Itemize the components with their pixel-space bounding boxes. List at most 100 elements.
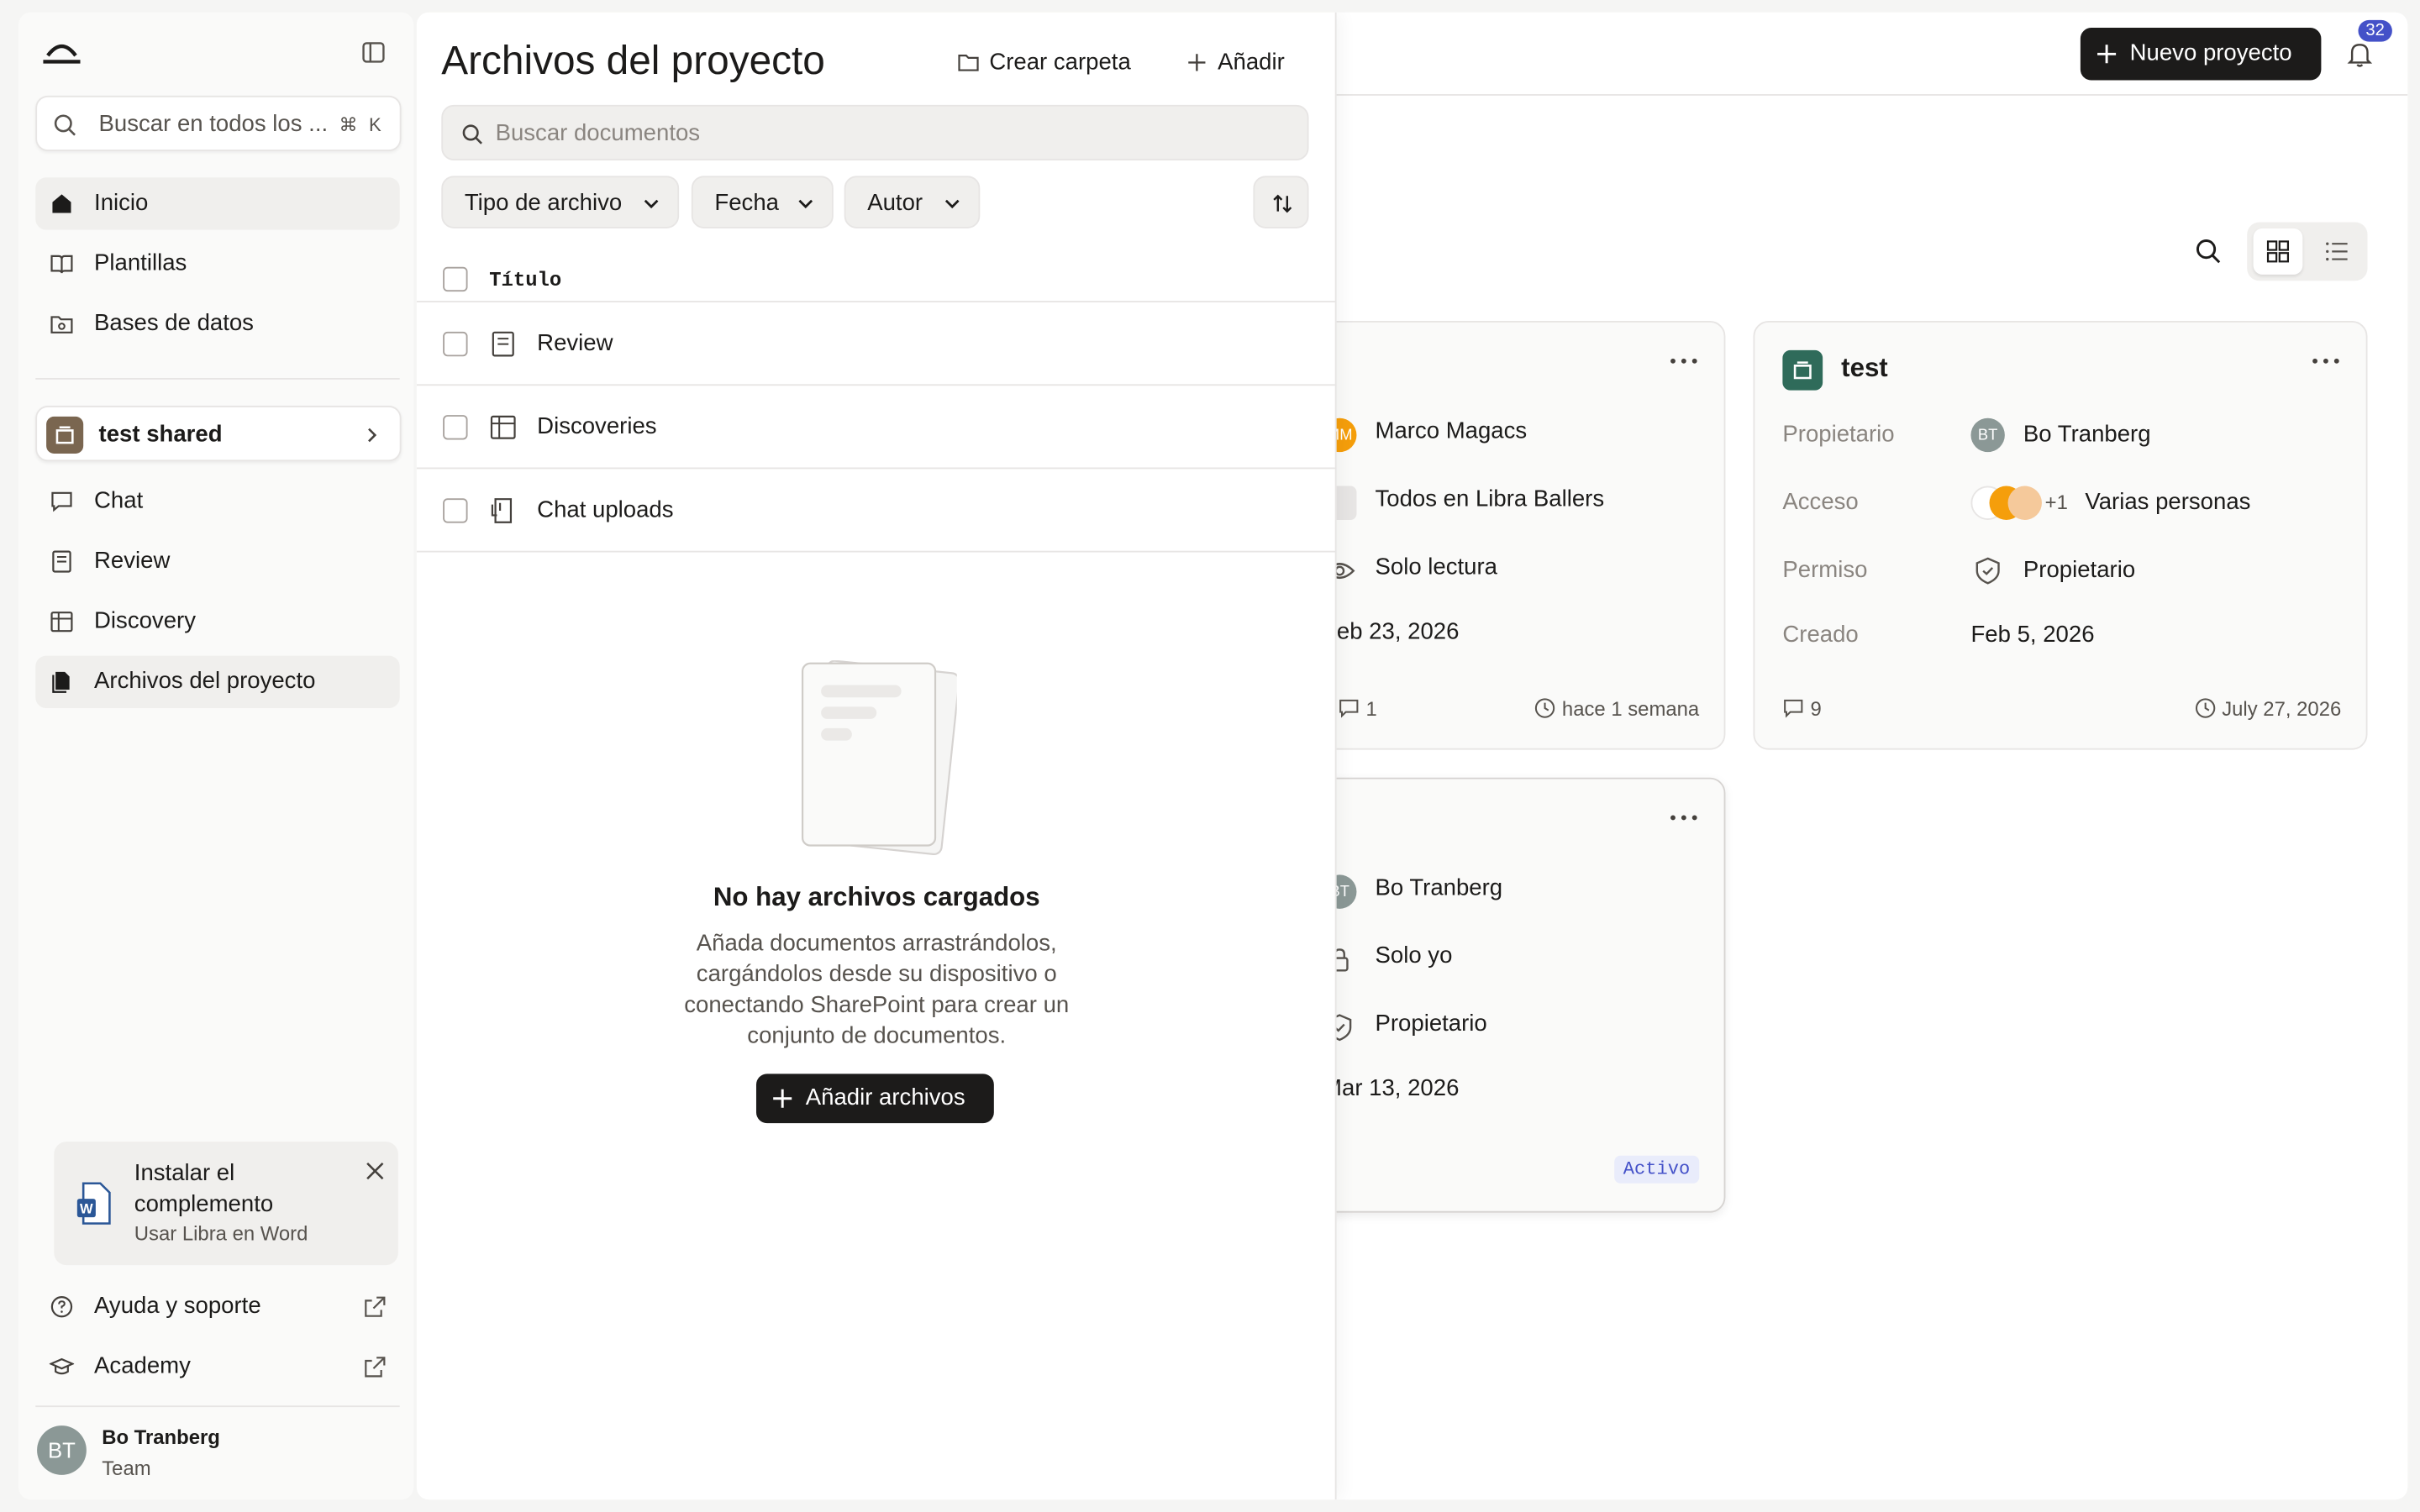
filter-label: Tipo de archivo [464, 189, 623, 217]
access-value: Solo yo [1375, 942, 1453, 969]
search-icon [462, 124, 482, 144]
select-all-checkbox[interactable] [443, 266, 468, 292]
table-header: Título [416, 256, 1337, 302]
comments-value: 1 [1365, 697, 1377, 721]
sidebar-divider [35, 1405, 400, 1408]
more-options-icon[interactable] [1668, 356, 1699, 365]
project-card-test[interactable]: test Propietario BT Bo Tranberg Acceso +… [1753, 321, 2368, 750]
updated-value: July 27, 2026 [2222, 697, 2342, 721]
project-title: test [1841, 353, 1888, 383]
created-label: Creado [1782, 622, 1859, 648]
updated-time: July 27, 2026 [2194, 697, 2341, 721]
updated-time: hace 1 semana [1534, 697, 1699, 721]
nav-item-chat[interactable]: Chat [35, 475, 399, 528]
row-checkbox[interactable] [443, 331, 468, 357]
card-access-row: Acceso +1 Varias personas [1782, 486, 2250, 520]
add-label: Añadir [1218, 49, 1285, 76]
table-row[interactable]: Review [416, 302, 1337, 386]
row-checkbox[interactable] [443, 498, 468, 523]
project-files-panel: Archivos del proyecto Crear carpeta Añad… [416, 12, 1337, 1500]
table-row[interactable]: Discoveries [416, 386, 1337, 470]
chat-icon [51, 491, 72, 512]
bell-icon[interactable] [2346, 40, 2374, 68]
created-value: Mar 13, 2026 [1323, 1075, 1460, 1102]
create-folder-button[interactable]: Crear carpeta [957, 50, 1131, 76]
sort-icon [1273, 194, 1292, 213]
search-shortcut: ⌘ K [339, 113, 385, 136]
nav-item-plantillas[interactable]: Plantillas [35, 238, 399, 290]
add-files-button[interactable]: Añadir archivos [755, 1074, 994, 1124]
collapse-sidebar-icon[interactable] [361, 40, 386, 65]
comments-count: 1 [1338, 697, 1377, 721]
book-icon [50, 255, 73, 274]
row-checkbox[interactable] [443, 415, 468, 440]
chevron-right-icon [368, 428, 377, 443]
create-folder-label: Crear carpeta [989, 49, 1131, 76]
access-value: Todos en Libra Ballers [1375, 486, 1605, 512]
nav-item-label: Bases de datos [94, 310, 254, 337]
more-options-icon[interactable] [2311, 356, 2342, 365]
author-filter[interactable]: Autor [844, 176, 981, 228]
shield-icon [1975, 557, 2000, 585]
access-value: Varias personas [2085, 489, 2251, 516]
more-options-icon[interactable] [1668, 813, 1699, 822]
empty-documents-illustration [801, 660, 957, 856]
nav-item-inicio[interactable]: Inicio [35, 177, 400, 230]
filter-label: Autor [867, 189, 923, 217]
row-label: Chat uploads [537, 496, 674, 523]
add-button[interactable]: Añadir [1186, 50, 1285, 76]
close-icon[interactable] [364, 1160, 386, 1182]
project-selector[interactable]: test shared [35, 406, 402, 462]
sort-button[interactable] [1253, 176, 1309, 228]
date-filter[interactable]: Fecha [691, 176, 834, 228]
nav-item-label: Plantillas [94, 249, 187, 276]
libra-logo-icon[interactable] [40, 34, 83, 71]
nav-item-bases-de-datos[interactable]: Bases de datos [35, 297, 399, 349]
table-icon [50, 612, 73, 633]
external-link-icon [365, 1296, 386, 1317]
empty-state-title: No hay archivos cargados [713, 882, 1040, 912]
view-toggle [2247, 222, 2368, 281]
filter-label: Fecha [714, 189, 779, 217]
global-search-input[interactable]: Buscar en todos los ... ⌘ K [35, 95, 402, 151]
nav-item-label: Review [94, 548, 171, 575]
clock-icon [2195, 698, 2215, 718]
list-view-button[interactable] [2312, 228, 2361, 275]
status-badge: Activo [1613, 1155, 1700, 1184]
document-search-input[interactable]: Buscar documentos [441, 104, 1309, 161]
review-icon [52, 550, 71, 573]
nav-item-ayuda-y-soporte[interactable]: Ayuda y soporte [35, 1280, 399, 1332]
grid-icon [2266, 240, 2290, 263]
nav-item-label: Chat [94, 487, 144, 514]
created-value: Feb 23, 2026 [1323, 618, 1460, 645]
column-title-header[interactable]: Título [489, 269, 561, 292]
graduation-cap-icon [49, 1357, 75, 1375]
access-extra-count: +1 [2044, 491, 2068, 514]
nav-item-review[interactable]: Review [35, 535, 399, 587]
nav-item-label: Inicio [94, 189, 149, 217]
owner-avatar: BT [1970, 417, 2005, 453]
table-row[interactable]: Chat uploads [416, 469, 1337, 553]
row-label: Discoveries [537, 413, 657, 440]
search-icon[interactable] [2195, 238, 2223, 265]
table-icon [490, 415, 516, 439]
plus-icon [773, 1089, 792, 1108]
file-type-filter[interactable]: Tipo de archivo [441, 176, 680, 228]
new-project-button[interactable]: Nuevo proyecto [2080, 28, 2322, 81]
install-addin-banner[interactable]: W Instalar el complemento Usar Libra en … [54, 1142, 398, 1266]
sidebar: Buscar en todos los ... ⌘ K Inicio Plant… [18, 12, 414, 1500]
main-content: Nuevo proyecto 32 MM Marco Magacs Todos … [416, 12, 2408, 1500]
avatar: BT [37, 1425, 87, 1475]
chevron-down-icon [644, 199, 659, 209]
user-name: Bo Tranberg [102, 1425, 220, 1449]
project-icon [46, 416, 84, 454]
nav-item-discovery[interactable]: Discovery [35, 596, 399, 648]
project-name: test shared [98, 421, 223, 448]
svg-text:W: W [80, 1201, 93, 1217]
search-icon [54, 114, 76, 136]
nav-item-academy[interactable]: Academy [35, 1341, 399, 1393]
nav-item-archivos-del-proyecto[interactable]: Archivos del proyecto [35, 655, 400, 709]
nav-item-label: Ayuda y soporte [94, 1293, 261, 1320]
folder-icon [958, 55, 979, 71]
grid-view-button[interactable] [2253, 228, 2303, 275]
